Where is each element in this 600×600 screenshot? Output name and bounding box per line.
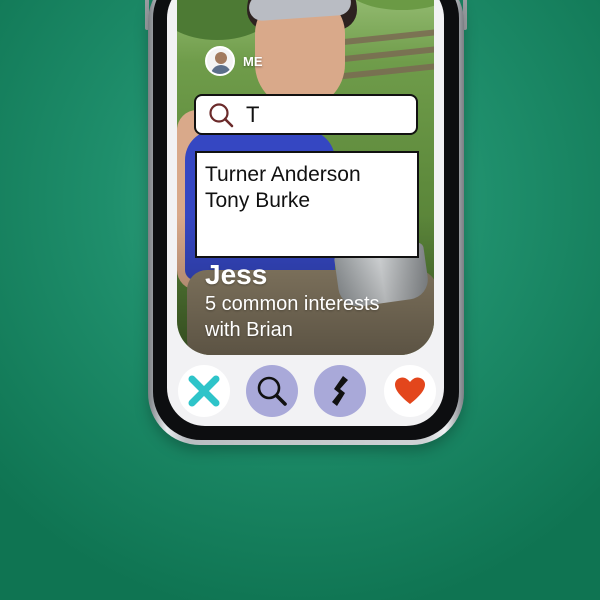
me-label: ME bbox=[243, 53, 263, 69]
phone-screen: ME Turner Anderson Tony Burke Jess 5 com… bbox=[167, 0, 444, 426]
me-profile-link[interactable]: ME bbox=[205, 46, 263, 76]
close-x-icon bbox=[188, 375, 220, 407]
dislike-button[interactable] bbox=[178, 365, 230, 417]
search-box[interactable] bbox=[194, 94, 418, 135]
heart-icon bbox=[395, 377, 425, 404]
search-button[interactable] bbox=[246, 365, 298, 417]
boost-button[interactable] bbox=[314, 365, 366, 417]
common-interests-text: 5 common interests with Brian bbox=[205, 293, 380, 341]
avatar[interactable] bbox=[205, 46, 235, 76]
search-results-list: Turner Anderson Tony Burke bbox=[195, 151, 419, 258]
search-result-item[interactable]: Tony Burke bbox=[205, 188, 409, 214]
action-bar bbox=[167, 365, 444, 419]
search-result-item[interactable]: Turner Anderson bbox=[205, 162, 409, 188]
search-icon bbox=[257, 376, 287, 406]
search-input[interactable] bbox=[246, 103, 406, 127]
search-icon bbox=[209, 103, 234, 128]
tree-foliage bbox=[347, 0, 434, 10]
profile-name: Jess bbox=[205, 259, 268, 290]
bolt-icon bbox=[332, 376, 348, 406]
like-button[interactable] bbox=[384, 365, 436, 417]
